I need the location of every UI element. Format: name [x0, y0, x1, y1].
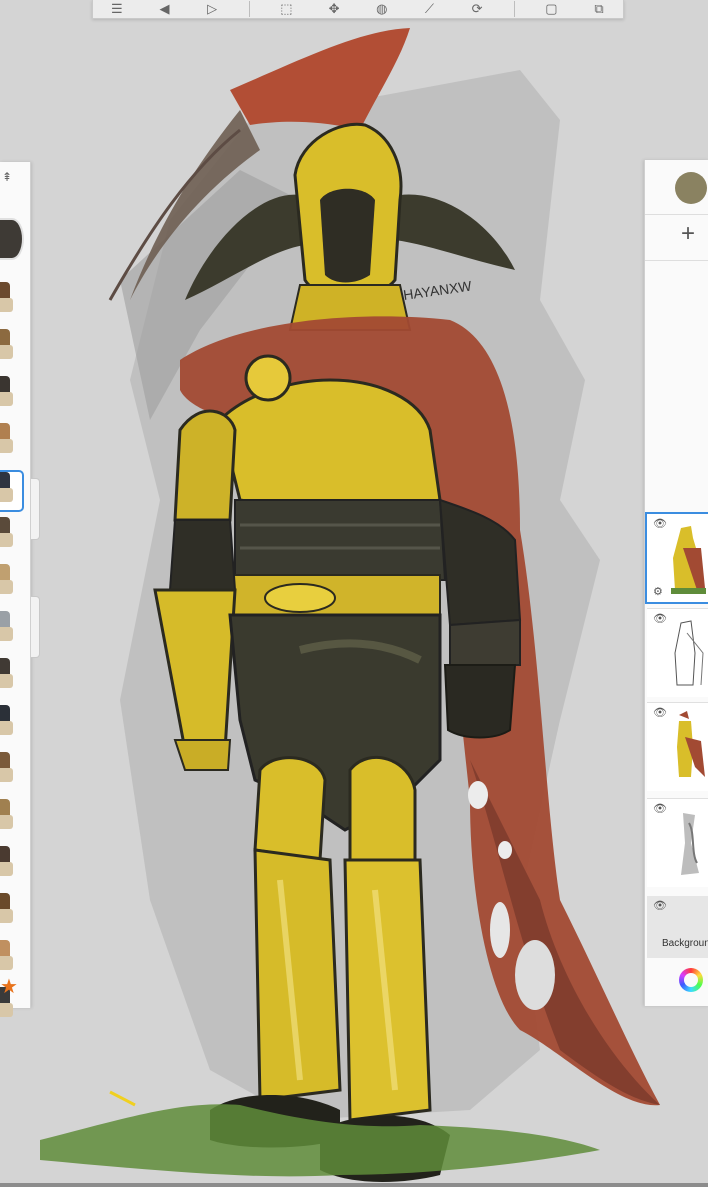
hard-pencil-brush[interactable] — [0, 752, 16, 782]
layer-preview — [671, 526, 706, 594]
calligraphy-pen-brush[interactable] — [0, 799, 16, 829]
panel-divider — [645, 260, 708, 261]
brush-handle — [0, 580, 13, 594]
selection-icon[interactable]: ⬚ — [275, 2, 297, 16]
fill-icon[interactable]: ◍ — [371, 2, 393, 16]
pencil-brush[interactable] — [0, 423, 16, 453]
brush-handle — [0, 862, 13, 876]
brush-handle — [0, 721, 13, 735]
favorite-star-icon[interactable]: ★ — [0, 977, 18, 997]
brush-handle — [0, 674, 13, 688]
brush-handle — [0, 909, 13, 923]
flat-brush-brush[interactable] — [0, 846, 16, 876]
brush-properties-icon[interactable]: ⇞ — [0, 170, 14, 184]
visibility-eye-icon[interactable]: 👁 — [653, 900, 667, 912]
fullscreen-icon[interactable]: ⧉ — [588, 2, 610, 16]
color-wheel-icon[interactable] — [679, 968, 703, 992]
layer-thumbnail-4[interactable]: 👁 ⚙ — [645, 512, 708, 604]
smudge-brush[interactable] — [0, 940, 16, 970]
top-toolbar: ☰ ◀ ▷ ⬚ ✥ ◍ ⟋ ⟳ ▢ ⧉ — [92, 0, 624, 19]
layer-panel: + 👁 ⚙ 👁 👁 👁 👁 Backgroun — [644, 160, 708, 1006]
undo-icon[interactable]: ◀ — [153, 2, 175, 16]
brush-handle — [0, 768, 13, 782]
brush-handle — [0, 345, 13, 359]
panel-divider — [645, 214, 708, 215]
layer-thumbnail-1[interactable]: 👁 — [647, 798, 708, 887]
paint-brush-brush[interactable] — [0, 893, 16, 923]
ruler-icon[interactable]: ⟋ — [418, 2, 440, 16]
drawing-canvas[interactable]: HAYANXW — [0, 0, 708, 1199]
brush-handle — [0, 298, 13, 312]
brush-handle — [0, 815, 13, 829]
list-icon[interactable]: ☰ — [106, 2, 128, 16]
layer-thumbnail-2[interactable]: 👁 — [647, 702, 708, 791]
brush-preview[interactable] — [0, 218, 24, 260]
brush-handle — [0, 392, 13, 406]
layer-preview — [677, 711, 705, 777]
brush-handle — [0, 439, 13, 453]
brush-rail-handle[interactable] — [31, 478, 40, 540]
ink-pen-brush[interactable] — [0, 517, 16, 547]
marker-brush[interactable] — [0, 376, 16, 406]
ballpoint-brush[interactable] — [0, 470, 24, 512]
background-layer[interactable]: 👁 Backgroun — [647, 896, 708, 958]
background-layer-label: Backgroun — [662, 938, 708, 949]
bottom-divider — [0, 1183, 708, 1187]
toolbar-divider — [248, 1, 250, 17]
copy-icon[interactable]: ▢ — [540, 2, 562, 16]
brush-handle — [0, 956, 13, 970]
redo-icon[interactable]: ▷ — [201, 2, 223, 16]
layer-preview — [674, 620, 704, 686]
transform-icon[interactable]: ✥ — [323, 2, 345, 16]
brush-handle — [0, 533, 13, 547]
layer-options-icon[interactable]: ⚙ — [653, 586, 663, 598]
chisel-marker-brush[interactable] — [0, 564, 16, 594]
fine-pencil-brush[interactable] — [0, 658, 16, 688]
brush-handle — [0, 627, 13, 641]
artwork-knight: HAYANXW — [40, 28, 660, 1182]
symmetry-icon[interactable]: ⟳ — [466, 2, 488, 16]
brush-rail-handle[interactable] — [31, 596, 40, 658]
layer-thumbnail-3[interactable]: 👁 — [647, 608, 708, 697]
round-brush-brush[interactable] — [0, 282, 16, 312]
current-color-swatch[interactable] — [675, 172, 707, 204]
felt-pen-brush[interactable] — [0, 705, 16, 735]
toolbar-divider — [513, 1, 515, 17]
eraser-brush[interactable] — [0, 611, 16, 641]
bottom-edge — [0, 1183, 708, 1199]
brush-handle — [0, 1003, 13, 1017]
add-layer-button[interactable]: + — [681, 222, 695, 246]
layer-preview — [681, 813, 699, 875]
brush-palette: ⇞ ★ — [0, 162, 31, 1017]
airbrush-brush[interactable] — [0, 329, 16, 359]
brush-handle — [0, 488, 13, 502]
